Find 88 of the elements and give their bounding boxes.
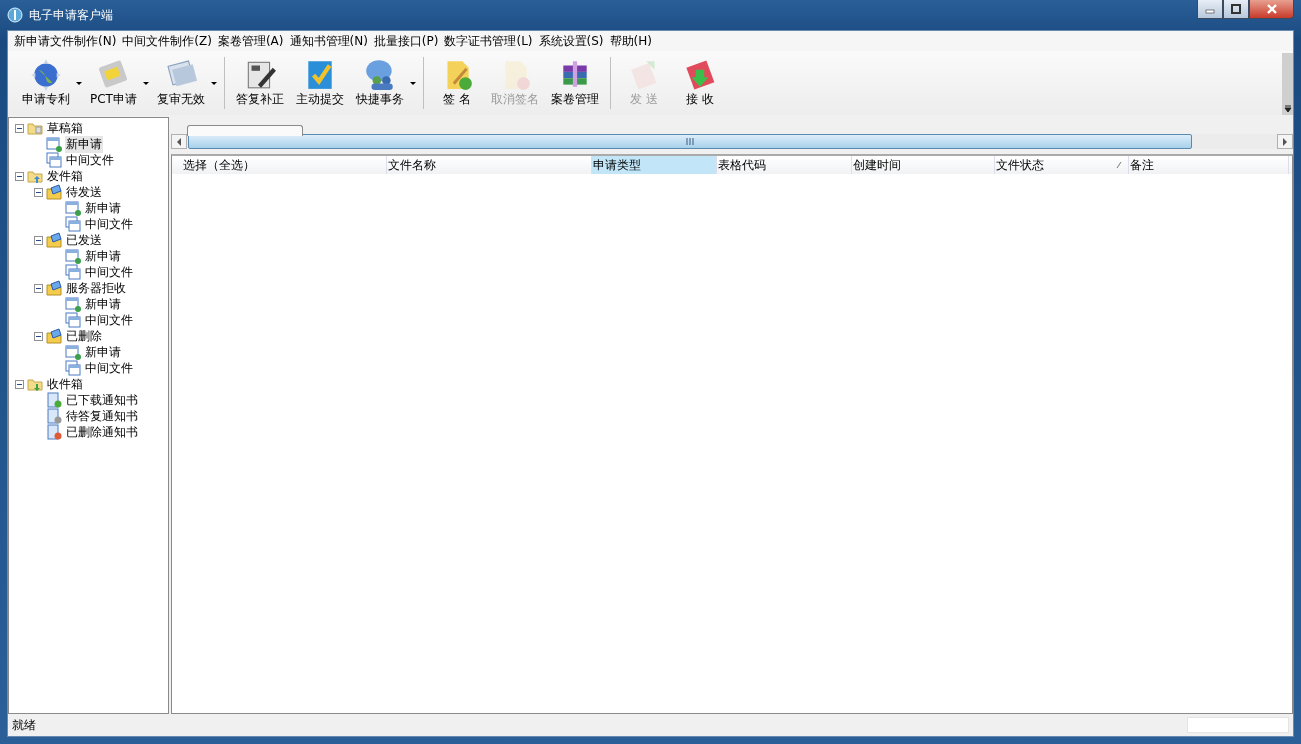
folder-icon [27, 376, 43, 392]
toolbar-button[interactable]: 案卷管理 [544, 54, 605, 112]
tree-item[interactable]: 中间文件 [84, 311, 134, 329]
scroll-thumb[interactable] [188, 134, 1192, 149]
down-arrow-icon [1284, 105, 1292, 113]
menu-item[interactable]: 新申请文件制作(N) [11, 32, 120, 50]
scroll-left-button[interactable] [171, 134, 187, 149]
maximize-icon [1230, 4, 1242, 14]
left-arrow-icon [176, 137, 182, 146]
collapse-toggle[interactable] [34, 187, 43, 197]
notice-icon [46, 424, 62, 440]
folder-icon [46, 184, 62, 200]
globe-icon [29, 57, 63, 91]
menu-item[interactable]: 系统设置(S) [535, 32, 607, 50]
close-icon [1265, 4, 1278, 14]
tree-item[interactable]: 已发送 [65, 231, 103, 249]
status-text: 就绪 [12, 716, 36, 734]
documents-icon [65, 312, 81, 328]
collapse-toggle[interactable] [34, 331, 43, 341]
tree-item[interactable]: 待答复通知书 [65, 407, 139, 425]
document-icon [46, 136, 62, 152]
tab[interactable] [187, 125, 303, 136]
toolbar-button[interactable]: 主动提交 [289, 54, 350, 112]
menu-item[interactable]: 中间文件制作(Z) [119, 32, 215, 50]
maximize-button[interactable] [1223, 0, 1249, 19]
column-header[interactable]: 创建时间 [852, 156, 995, 174]
tree-item[interactable]: 发件箱 [46, 167, 84, 185]
window-title: 电子申请客户端 [29, 6, 114, 24]
tree-item[interactable]: 已删除通知书 [65, 423, 139, 441]
menu-item[interactable]: 数字证书管理(L) [441, 32, 536, 50]
app-logo-icon [7, 7, 23, 23]
tree-item[interactable]: 已下载通知书 [65, 391, 139, 409]
tree-item[interactable]: 服务器拒收 [65, 279, 127, 297]
documents-icon [65, 216, 81, 232]
column-header[interactable]: 备注 [1129, 156, 1289, 174]
menu-item[interactable]: 帮助(H) [606, 32, 655, 50]
tree-item[interactable]: 新申请 [84, 295, 122, 313]
tree-item[interactable]: 草稿箱 [46, 119, 84, 137]
collapse-toggle[interactable] [15, 123, 24, 133]
collapse-toggle[interactable] [15, 171, 24, 181]
column-header[interactable]: 申请类型 [592, 156, 717, 174]
toolbar-button[interactable]: 快捷事务 [349, 54, 410, 112]
scroll-bar[interactable] [1282, 53, 1293, 115]
collapse-toggle[interactable] [34, 283, 43, 293]
documents-icon [65, 264, 81, 280]
tree-item[interactable]: 收件箱 [46, 375, 84, 393]
close-button[interactable] [1249, 0, 1294, 19]
tree-item[interactable]: 中间文件 [65, 151, 115, 169]
folder-icon [46, 328, 62, 344]
tree-item[interactable]: 中间文件 [84, 215, 134, 233]
tree-item[interactable]: 新申请 [65, 135, 103, 153]
column-header[interactable]: 表格代码 [717, 156, 852, 174]
column-header[interactable]: 选择（全选） [182, 156, 387, 174]
folder-icon [46, 280, 62, 296]
tree-item[interactable]: 中间文件 [84, 263, 134, 281]
document-icon [65, 344, 81, 360]
grip-icon [686, 138, 694, 145]
document-icon [65, 248, 81, 264]
scroll-right-button[interactable] [1277, 134, 1293, 149]
tree-item[interactable]: 新申请 [84, 247, 122, 265]
menu-item[interactable]: 通知书管理(N) [286, 32, 371, 50]
collapse-toggle[interactable] [15, 379, 24, 389]
notice-icon [46, 408, 62, 424]
notice-icon [46, 392, 62, 408]
document-icon [65, 200, 81, 216]
documents-icon [65, 360, 81, 376]
tree-item[interactable]: 中间文件 [84, 359, 134, 377]
column-header[interactable]: 文件状态 [995, 156, 1129, 174]
minimize-button[interactable] [1197, 0, 1223, 19]
documents-icon [46, 152, 62, 168]
tree-item[interactable]: 新申请 [84, 199, 122, 217]
tree-item[interactable]: 待发送 [65, 183, 103, 201]
toolbar-button[interactable]: 申请专利 [16, 54, 76, 112]
toolbar-button[interactable]: 答复补正 [229, 54, 290, 112]
tree-item[interactable]: 已删除 [65, 327, 103, 345]
toolbar-button[interactable]: 签 名 [428, 54, 485, 112]
toolbar-button[interactable]: PCT申请 [84, 54, 143, 112]
toolbar-button[interactable]: 复审无效 [150, 54, 211, 112]
document-icon [65, 296, 81, 312]
right-arrow-icon [1282, 137, 1288, 146]
folder-icon [27, 168, 43, 184]
toolbar-button[interactable]: 接 收 [671, 54, 728, 112]
folder-icon [27, 120, 43, 136]
menu-item[interactable]: 案卷管理(A) [214, 32, 287, 50]
collapse-toggle[interactable] [34, 235, 43, 245]
menu-item[interactable]: 批量接口(P) [370, 32, 442, 50]
tree-item[interactable]: 新申请 [84, 343, 122, 361]
folder-icon [46, 232, 62, 248]
